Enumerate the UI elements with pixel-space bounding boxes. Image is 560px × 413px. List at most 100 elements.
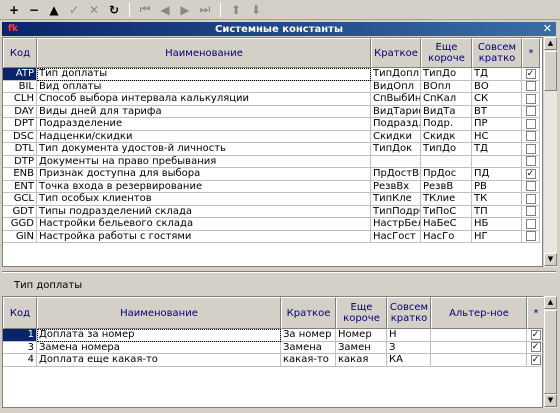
cell-shorter[interactable]: Замен <box>336 341 387 354</box>
first-record-icon[interactable]: ⏮ <box>135 1 155 18</box>
cell-shorter[interactable]: какая <box>336 354 387 367</box>
cell-shortest[interactable]: ТК <box>472 193 522 206</box>
cell-code[interactable]: GCL <box>3 193 37 206</box>
cell-code[interactable]: GIN <box>3 230 37 243</box>
cell-short[interactable]: Замена <box>281 341 336 354</box>
cell-short[interactable]: ТипПодрСкл <box>371 205 421 218</box>
table-row[interactable]: DTP Документы на право пребывания <box>3 155 540 168</box>
table-row[interactable]: GIN Настройка работы с гостями НасГост НасГ… <box>3 230 540 243</box>
table-row[interactable]: ATP Тип доплаты ТипДопл ТипДо ТД ✓ <box>3 68 540 81</box>
cell-short[interactable]: ТипКле <box>371 193 421 206</box>
cell-shorter[interactable]: ВидТа <box>421 105 472 118</box>
table-row[interactable]: DPT Подразделение Подразд. Подр. ПР <box>3 118 540 131</box>
table-row[interactable]: GGDНастройки бельевого складаНастрБельСН… <box>3 218 540 231</box>
checkbox[interactable] <box>525 106 536 117</box>
cell-code[interactable]: GGD <box>3 218 37 231</box>
scroll-up-icon[interactable]: ▲ <box>544 296 557 309</box>
cell-name[interactable]: Надценки/скидки <box>37 130 371 143</box>
checkbox[interactable] <box>525 156 536 167</box>
check-icon[interactable]: ✓ <box>64 1 84 18</box>
cell-shortest[interactable]: РВ <box>472 180 522 193</box>
cell-short[interactable]: СпВыбИн <box>371 93 421 106</box>
cell-name[interactable]: Доплата еще какая-то <box>37 354 281 367</box>
cell-code[interactable]: ENT <box>3 180 37 193</box>
checkbox[interactable] <box>525 143 536 154</box>
cell-name[interactable]: Подразделение <box>37 118 371 131</box>
cell-alt[interactable] <box>431 354 527 367</box>
col-header-flag[interactable]: * <box>522 38 540 68</box>
cell-shortest[interactable]: ТД <box>472 143 522 156</box>
scroll-up-icon[interactable]: ▲ <box>544 37 557 50</box>
table-row[interactable]: DSC Надценки/скидки Скидки Скидк НС <box>3 130 540 143</box>
cell-flag[interactable] <box>522 118 540 131</box>
cell-short[interactable]: Подразд. <box>371 118 421 131</box>
cell-shorter[interactable]: ТКлие <box>421 193 472 206</box>
cell-code[interactable]: DTL <box>3 143 37 156</box>
table-row[interactable]: ENT Точка входа в резервирование РезвВх Рез… <box>3 180 540 193</box>
cell-name[interactable]: Виды дней для тарифа <box>37 105 371 118</box>
cell-name[interactable]: Документы на право пребывания <box>37 155 371 168</box>
col-header-shorter[interactable]: Еще короче <box>421 38 472 68</box>
checked-checkbox[interactable]: ✓ <box>530 329 541 340</box>
cell-flag[interactable] <box>522 230 540 243</box>
table-row[interactable]: BIL Вид оплаты ВидОпл ВОпл ВО <box>3 80 540 93</box>
cell-name[interactable]: Доплата за номер <box>37 329 281 342</box>
cell-shortest[interactable]: СК <box>472 93 522 106</box>
table-row[interactable]: DTL Тип документа удостов-й личность ТипДо… <box>3 143 540 156</box>
cell-alt[interactable] <box>431 329 527 342</box>
cell-shorter[interactable]: ВОпл <box>421 80 472 93</box>
cell-code[interactable]: CLH <box>3 93 37 106</box>
cell-shorter[interactable]: ТипДо <box>421 143 472 156</box>
cell-flag[interactable] <box>522 180 540 193</box>
cell-shorter[interactable]: РезвВ <box>421 180 472 193</box>
cell-flag[interactable] <box>522 205 540 218</box>
cell-shorter[interactable]: ТипДо <box>421 68 472 81</box>
cell-short[interactable]: ВидТарифа <box>371 105 421 118</box>
col-header-code[interactable]: Код <box>3 297 37 329</box>
detail-grid-scrollbar[interactable]: ▲ ▼ <box>543 296 557 408</box>
checked-checkbox[interactable]: ✓ <box>525 168 536 179</box>
col-header-shortest[interactable]: Совсем кратко <box>472 38 522 68</box>
triangle-up-icon[interactable]: ▲ <box>44 1 64 18</box>
prev-record-icon[interactable]: ◀ <box>155 1 175 18</box>
col-header-name[interactable]: Наименование <box>37 38 371 68</box>
cell-name[interactable]: Типы подразделений склада <box>37 205 371 218</box>
table-row[interactable]: 1 Доплата за номер За номер Номер Н ✓ <box>3 329 545 342</box>
col-header-code[interactable]: Код <box>3 38 37 68</box>
cell-flag[interactable] <box>522 193 540 206</box>
cell-name[interactable]: Точка входа в резервирование <box>37 180 371 193</box>
cell-alt[interactable] <box>431 341 527 354</box>
cell-short[interactable]: ПрДостВы <box>371 168 421 181</box>
cell-name[interactable]: Признак доступна для выбора <box>37 168 371 181</box>
col-header-shorter[interactable]: Еще короче <box>336 297 387 329</box>
cell-name[interactable]: Способ выбора интервала калькуляции <box>37 93 371 106</box>
last-record-icon[interactable]: ⏭ <box>195 1 215 18</box>
close-icon[interactable]: ✕ <box>543 22 552 36</box>
cell-code[interactable]: DPT <box>3 118 37 131</box>
cell-code[interactable]: 4 <box>3 354 37 367</box>
scroll-thumb[interactable] <box>544 51 557 91</box>
cell-short[interactable]: НасГост <box>371 230 421 243</box>
cancel-icon[interactable]: ✕ <box>84 1 104 18</box>
checked-checkbox[interactable]: ✓ <box>525 68 536 79</box>
cell-shortest[interactable]: ТП <box>472 205 522 218</box>
cell-shorter[interactable]: НасГо <box>421 230 472 243</box>
cell-name[interactable]: Вид оплаты <box>37 80 371 93</box>
checkbox[interactable] <box>525 81 536 92</box>
checkbox[interactable] <box>525 118 536 129</box>
cell-name[interactable]: Настройки бельевого склада <box>37 218 371 231</box>
cell-shortest[interactable]: Н <box>387 329 431 342</box>
scroll-down-icon[interactable]: ▼ <box>544 253 557 266</box>
scroll-thumb[interactable] <box>544 310 557 394</box>
cell-short[interactable]: какая-то <box>281 354 336 367</box>
cell-flag[interactable] <box>522 80 540 93</box>
cell-name[interactable]: Тип особых клиентов <box>37 193 371 206</box>
col-header-short[interactable]: Краткое <box>371 38 421 68</box>
cell-shortest[interactable] <box>472 155 522 168</box>
cell-shortest[interactable]: ВО <box>472 80 522 93</box>
cell-short[interactable] <box>371 155 421 168</box>
arrow-down-icon[interactable]: ⬇ <box>246 1 266 18</box>
cell-shorter[interactable]: Скидк <box>421 130 472 143</box>
cell-code[interactable]: 3 <box>3 341 37 354</box>
cell-flag[interactable] <box>522 155 540 168</box>
